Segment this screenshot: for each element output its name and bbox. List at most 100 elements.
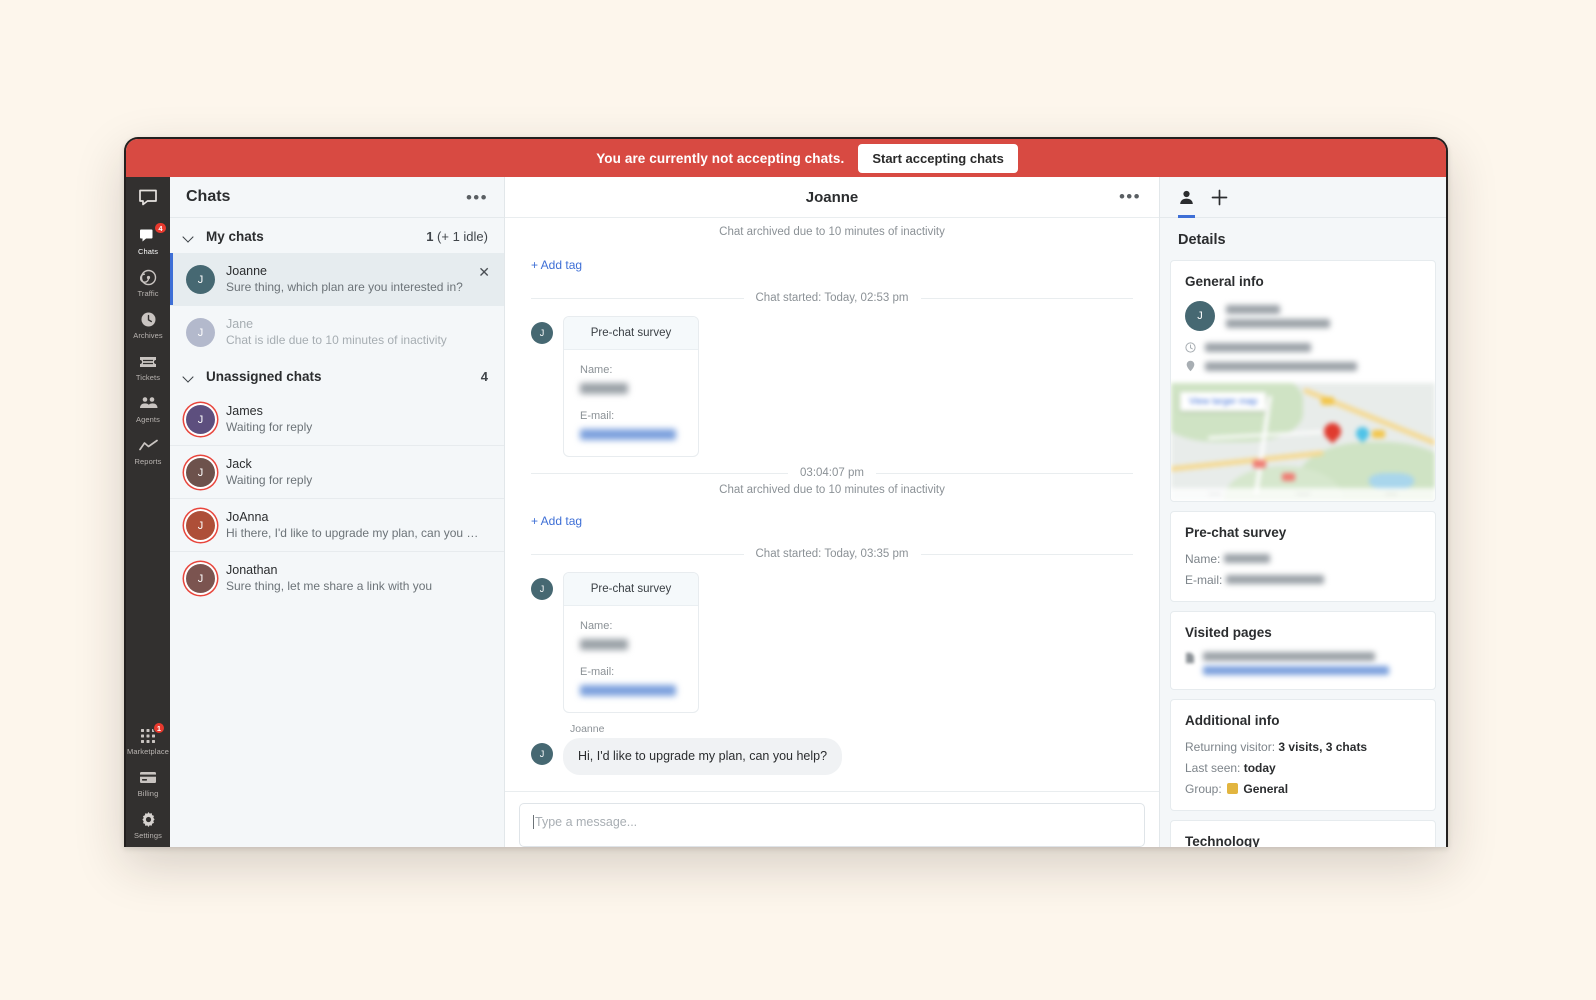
billing-icon xyxy=(139,768,157,787)
chat-list-item-jane[interactable]: J Jane Chat is idle due to 10 minutes of… xyxy=(170,306,504,358)
archives-icon xyxy=(140,310,157,329)
tickets-icon xyxy=(139,352,157,371)
message-bubble-incoming: Hi, I'd like to upgrade my plan, can you… xyxy=(563,738,843,775)
sidebar-label-tickets: Tickets xyxy=(135,373,161,382)
add-tag-button-1[interactable]: + Add tag xyxy=(531,240,582,286)
sidebar-label-settings: Settings xyxy=(134,831,162,840)
view-larger-map-button[interactable]: View larger map xyxy=(1180,392,1267,411)
survey-name-row: Name: xyxy=(1185,552,1421,566)
visited-page-item[interactable] xyxy=(1185,652,1421,675)
chevron-down-icon xyxy=(184,232,194,242)
chat-end-time: 03:04:07 pm xyxy=(531,461,1133,483)
survey-name-value-redacted xyxy=(580,639,628,650)
chat-list-item-jonathan[interactable]: J Jonathan Sure thing, let me share a li… xyxy=(170,552,504,604)
pre-chat-survey-card-details: Pre-chat survey Name: E-mail: xyxy=(1170,511,1436,602)
customer-location-map[interactable]: View larger map ····· ······ ····· xyxy=(1171,383,1435,501)
group-header-my-chats[interactable]: My chats 1 (+ 1 idle) xyxy=(170,218,504,253)
start-accepting-chats-button[interactable]: Start accepting chats xyxy=(858,143,1018,173)
chat-list-item-joanne[interactable]: J Joanne Sure thing, which plan are you … xyxy=(170,253,504,306)
group-count-unassigned-chats: 4 xyxy=(480,369,488,384)
survey-email-redacted xyxy=(1225,575,1324,585)
system-note-archived-1: Chat archived due to 10 minutes of inact… xyxy=(719,484,945,496)
survey-email-value-redacted[interactable] xyxy=(580,685,676,696)
survey-email-value-redacted[interactable] xyxy=(580,429,676,440)
pre-chat-survey-card: Pre-chat survey Name: E-mail: xyxy=(563,572,699,713)
chat-archived-divider-1: 03:04:07 pm Chat archived due to 10 minu… xyxy=(531,457,1133,496)
sidebar-item-billing[interactable]: Billing xyxy=(126,761,170,803)
local-time-redacted xyxy=(1205,343,1311,352)
pre-chat-survey-card: Pre-chat survey Name: E-mail: xyxy=(563,316,699,457)
group-header-unassigned-chats[interactable]: Unassigned chats 4 xyxy=(170,358,504,393)
sidebar-item-tickets[interactable]: Tickets xyxy=(126,345,170,387)
returning-visitor-row: Returning visitor: 3 visits, 3 chats xyxy=(1185,740,1368,754)
customer-name-redacted xyxy=(1226,304,1280,314)
survey-email-label: E-mail: xyxy=(580,410,615,422)
chat-item-name: Joanne xyxy=(226,264,268,278)
chevron-down-icon xyxy=(184,372,194,382)
conversation-scroll-area[interactable]: Chat archived due to 10 minutes of inact… xyxy=(505,218,1159,791)
sidebar-item-marketplace[interactable]: 1 Marketplace xyxy=(126,719,170,761)
chat-item-name: Jane xyxy=(226,317,254,331)
sidebar-label-traffic: Traffic xyxy=(137,289,159,298)
chat-logo-icon[interactable] xyxy=(126,179,170,215)
chats-panel-header: Chats ••• xyxy=(170,177,504,218)
sidebar-label-chats: Chats xyxy=(137,247,159,256)
returning-visitor-value: 3 visits, 3 chats xyxy=(1278,740,1368,754)
marketplace-badge: 1 xyxy=(152,722,165,734)
message-input-placeholder: Type a message... xyxy=(535,815,638,829)
chat-item-preview: Sure thing, which plan are you intereste… xyxy=(226,280,463,294)
details-scroll-area[interactable]: General info J View larger map ····· ···… xyxy=(1160,260,1446,847)
status-banner-message: You are currently not accepting chats. xyxy=(596,150,845,166)
sidebar-label-reports: Reports xyxy=(134,457,162,466)
general-info-card: General info J View larger map ····· ···… xyxy=(1170,260,1436,502)
message-sender-joanne: Joanne xyxy=(570,723,605,735)
message-input[interactable]: Type a message... xyxy=(519,803,1145,847)
chats-panel-title: Chats xyxy=(186,188,231,205)
chats-list-panel: Chats ••• My chats 1 (+ 1 idle) J Joanne… xyxy=(170,177,505,847)
pre-chat-survey-heading: Pre-chat survey xyxy=(1185,525,1287,540)
sidebar-item-agents[interactable]: Agents xyxy=(126,387,170,429)
sidebar-label-archives: Archives xyxy=(133,331,163,340)
person-icon xyxy=(1180,190,1193,204)
sidebar-label-billing: Billing xyxy=(137,789,159,798)
additional-info-heading: Additional info xyxy=(1185,713,1280,728)
tab-customer-details[interactable] xyxy=(1178,177,1195,218)
chat-item-preview: Chat is idle due to 10 minutes of inacti… xyxy=(226,333,447,347)
sidebar-item-traffic[interactable]: Traffic xyxy=(126,261,170,303)
avatar: J xyxy=(186,318,215,347)
location-pin-icon xyxy=(1186,360,1195,372)
chat-list-item-james[interactable]: J James Waiting for reply xyxy=(170,393,504,446)
chat-list-item-jack[interactable]: J Jack Waiting for reply xyxy=(170,446,504,499)
visited-page-url-redacted xyxy=(1203,666,1389,675)
survey-email-row: E-mail: xyxy=(1185,573,1421,587)
group-row: Group: General xyxy=(1185,782,1289,796)
sidebar-item-chats[interactable]: 4 Chats xyxy=(126,219,170,261)
sidebar-item-settings[interactable]: Settings xyxy=(126,803,170,845)
survey-name-redacted xyxy=(1223,554,1270,564)
customer-email-redacted xyxy=(1226,318,1330,328)
survey-name-label: Name: xyxy=(580,364,613,376)
marketplace-icon: 1 xyxy=(140,722,165,745)
pre-chat-survey-card-title: Pre-chat survey xyxy=(564,317,698,350)
pre-chat-survey-message-2: J Pre-chat survey Name: E-mail: xyxy=(531,564,1133,713)
chat-list-item-joanna[interactable]: J JoAnna Hi there, I'd like to upgrade m… xyxy=(170,499,504,552)
details-tabs xyxy=(1160,177,1446,218)
chats-panel-more-icon[interactable]: ••• xyxy=(466,189,488,206)
avatar: J xyxy=(186,511,215,540)
conversation-more-icon[interactable]: ••• xyxy=(1119,188,1141,205)
pre-chat-survey-card-title: Pre-chat survey xyxy=(564,573,698,606)
location-row xyxy=(1185,360,1421,372)
sidebar-item-archives[interactable]: Archives xyxy=(126,303,170,345)
pre-chat-survey-message-1: J Pre-chat survey Name: E-mail: xyxy=(531,308,1133,457)
app-body: 4 Chats Traffic Archives Tickets Agents … xyxy=(126,177,1446,847)
add-tag-button-2[interactable]: + Add tag xyxy=(531,496,582,542)
sidebar-item-reports[interactable]: Reports xyxy=(126,429,170,471)
avatar: J xyxy=(186,458,215,487)
chat-item-preview: Waiting for reply xyxy=(226,420,313,434)
close-icon[interactable]: ✕ xyxy=(478,265,490,279)
avatar: J xyxy=(1185,301,1215,331)
tab-add-section[interactable] xyxy=(1211,177,1228,218)
chat-item-name: Jonathan xyxy=(226,563,278,577)
technology-card: Technology xyxy=(1170,820,1436,847)
primary-nav-rail: 4 Chats Traffic Archives Tickets Agents … xyxy=(126,177,170,847)
